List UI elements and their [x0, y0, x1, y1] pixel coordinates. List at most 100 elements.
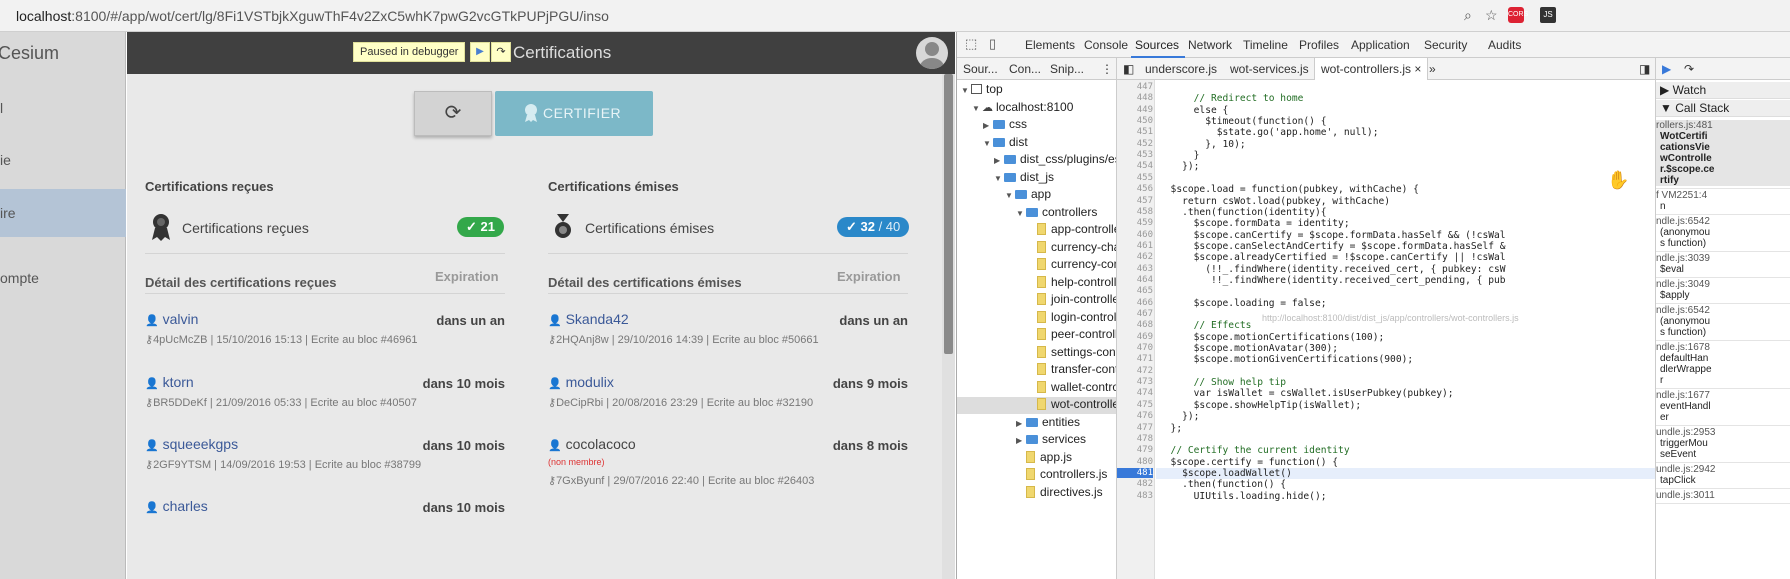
line-number[interactable]: 470: [1117, 343, 1153, 353]
resume-icon[interactable]: ▶: [470, 42, 490, 62]
current-execution-line[interactable]: $scope.loadWallet(): [1156, 467, 1655, 479]
call-stack-frame[interactable]: ndle.js:1677 eventHandl er: [1656, 390, 1790, 423]
resume-icon[interactable]: ▶: [1662, 62, 1671, 76]
code-line[interactable]: }, 10);: [1159, 139, 1245, 150]
line-number[interactable]: 460: [1117, 230, 1153, 240]
code-line[interactable]: // Redirect to home: [1159, 93, 1304, 104]
collapsed-arrow-icon[interactable]: ▶: [983, 121, 993, 130]
file-tree-file[interactable]: peer-controllers.js: [957, 327, 1116, 344]
more-tabs-icon[interactable]: »: [1429, 62, 1436, 76]
line-number[interactable]: 452: [1117, 139, 1153, 149]
collapsed-arrow-icon[interactable]: ▶: [1016, 419, 1026, 428]
given-cert-row[interactable]: 👤 Skanda42 dans un an ⚷2HQAnj8w | 29/10/…: [548, 311, 908, 361]
received-cert-row[interactable]: 👤 valvin dans un an ⚷4pUcMcZB | 15/10/20…: [145, 311, 505, 361]
code-line[interactable]: // Effects: [1159, 320, 1252, 331]
line-number[interactable]: 451: [1117, 127, 1153, 137]
code-line[interactable]: var isWallet = csWallet.isUserPubkey(pub…: [1159, 388, 1454, 399]
expanded-arrow-icon[interactable]: ▼: [1016, 209, 1026, 218]
call-stack-frame[interactable]: ndle.js:6542 (anonymou s function): [1656, 216, 1790, 249]
code-line[interactable]: $scope.canCertify = $scope.formData.hasS…: [1159, 230, 1506, 241]
file-tree-file[interactable]: app.js: [957, 450, 1116, 467]
call-stack-frame[interactable]: undle.js:3011: [1656, 490, 1790, 501]
line-number[interactable]: 467: [1117, 309, 1153, 319]
star-icon[interactable]: ☆: [1485, 7, 1498, 24]
tab-sources[interactable]: Sources: [1135, 38, 1179, 52]
code-line[interactable]: $scope.motionGivenCertifications(900);: [1159, 354, 1414, 365]
code-line[interactable]: });: [1159, 411, 1199, 422]
line-number[interactable]: 476: [1117, 411, 1153, 421]
line-number[interactable]: 474: [1117, 388, 1153, 398]
line-number[interactable]: 455: [1117, 173, 1153, 183]
line-number[interactable]: 469: [1117, 332, 1153, 342]
sidebar-item-active[interactable]: ire: [0, 189, 126, 237]
line-number[interactable]: 477: [1117, 423, 1153, 433]
editor-tab[interactable]: wot-services.js: [1230, 62, 1309, 76]
sidebar-item-1[interactable]: l: [0, 84, 126, 132]
avatar[interactable]: [916, 37, 948, 69]
file-tree-folder[interactable]: ▶ css: [957, 117, 1116, 134]
sidebar-item-2[interactable]: ie: [0, 136, 126, 184]
code-line[interactable]: });: [1159, 161, 1199, 172]
step-over-icon[interactable]: ↷: [491, 42, 511, 62]
cert-name-link[interactable]: 👤 modulix: [548, 374, 614, 390]
file-tree-folder[interactable]: ▼ controllers: [957, 205, 1116, 222]
code-line[interactable]: .then(function() {: [1159, 479, 1286, 490]
file-tree-file[interactable]: currency-controllers.js: [957, 257, 1116, 274]
editor-tab[interactable]: underscore.js: [1145, 62, 1217, 76]
file-tree-folder[interactable]: ▶ services: [957, 432, 1116, 449]
cert-name-link[interactable]: 👤 cocolacoco: [548, 436, 636, 452]
line-number[interactable]: 450: [1117, 116, 1153, 126]
zoom-icon[interactable]: ⌕: [1464, 7, 1472, 24]
expanded-arrow-icon[interactable]: ▼: [972, 104, 982, 113]
content-scrollbar[interactable]: [942, 74, 955, 579]
call-stack-frame[interactable]: ndle.js:1678 defaultHan dlerWrappe r: [1656, 342, 1790, 386]
tab-snippets[interactable]: Snip...: [1050, 62, 1084, 76]
line-number[interactable]: 471: [1117, 354, 1153, 364]
file-tree-folder[interactable]: ▼ dist_js: [957, 170, 1116, 187]
tab-audits[interactable]: Audits: [1488, 38, 1521, 52]
file-tree-folder[interactable]: ▼ app: [957, 187, 1116, 204]
cert-name-link[interactable]: 👤 charles: [145, 498, 208, 514]
code-line[interactable]: $scope.formData = identity;: [1159, 218, 1350, 229]
expanded-arrow-icon[interactable]: ▼: [983, 139, 993, 148]
device-mode-icon[interactable]: ▯: [989, 36, 996, 52]
scrollbar-thumb[interactable]: [944, 74, 953, 354]
call-stack-frame[interactable]: rollers.js:481 WotCertifi cationsVie wCon…: [1656, 120, 1790, 186]
code-line[interactable]: $scope.loading = false;: [1159, 298, 1327, 309]
line-number[interactable]: 480: [1117, 457, 1153, 467]
given-cert-row[interactable]: 👤 cocolacoco dans 8 mois (non membre) ⚷7…: [548, 436, 908, 487]
line-number[interactable]: 449: [1117, 105, 1153, 115]
received-cert-row[interactable]: 👤 charles dans 10 mois: [145, 498, 505, 548]
toggle-navigator-icon[interactable]: ◧: [1123, 62, 1134, 76]
code-line[interactable]: // Certify the current identity: [1159, 445, 1350, 456]
close-icon[interactable]: ×: [1414, 62, 1421, 76]
file-tree-file[interactable]: transfer-controllers.js: [957, 362, 1116, 379]
file-tree-file[interactable]: help-controllers.js: [957, 275, 1116, 292]
code-line[interactable]: $scope.certify = function() {: [1159, 457, 1339, 468]
code-line[interactable]: }: [1159, 150, 1200, 161]
line-number[interactable]: 479: [1117, 445, 1153, 455]
received-cert-row[interactable]: 👤 ktorn dans 10 mois ⚷BR5DDeKf | 21/09/2…: [145, 374, 505, 424]
call-stack-section[interactable]: ▼ Call Stack: [1656, 100, 1790, 117]
line-number[interactable]: 465: [1117, 286, 1153, 296]
more-icon[interactable]: ⋮: [1101, 62, 1113, 76]
call-stack-frame[interactable]: ndle.js:6542 (anonymou s function): [1656, 305, 1790, 338]
line-number[interactable]: 472: [1117, 366, 1153, 376]
line-number[interactable]: 461: [1117, 241, 1153, 251]
tab-console[interactable]: Console: [1084, 38, 1128, 52]
code-line[interactable]: $scope.canSelectAndCertify = $scope.form…: [1159, 241, 1506, 252]
received-cert-row[interactable]: 👤 squeeekgps dans 10 mois ⚷2GF9YTSM | 14…: [145, 436, 505, 486]
file-tree-file[interactable]: wot-controllers.js: [957, 397, 1116, 414]
cert-name-link[interactable]: 👤 squeeekgps: [145, 436, 238, 452]
given-cert-row[interactable]: 👤 modulix dans 9 mois ⚷DeCipRbi | 20/08/…: [548, 374, 908, 424]
file-tree-file[interactable]: controllers.js: [957, 467, 1116, 484]
file-tree-file[interactable]: currency-charts.js: [957, 240, 1116, 257]
line-number[interactable]: 464: [1117, 275, 1153, 285]
sidebar-item-account[interactable]: ompte: [0, 254, 126, 302]
tab-application[interactable]: Application: [1351, 38, 1410, 52]
line-number[interactable]: 475: [1117, 400, 1153, 410]
toggle-debugger-icon[interactable]: ◨: [1639, 62, 1650, 76]
tab-profiles[interactable]: Profiles: [1299, 38, 1339, 52]
call-stack-frame[interactable]: undle.js:2942 tapClick: [1656, 464, 1790, 486]
call-stack-frame[interactable]: ndle.js:3049 $apply: [1656, 279, 1790, 301]
